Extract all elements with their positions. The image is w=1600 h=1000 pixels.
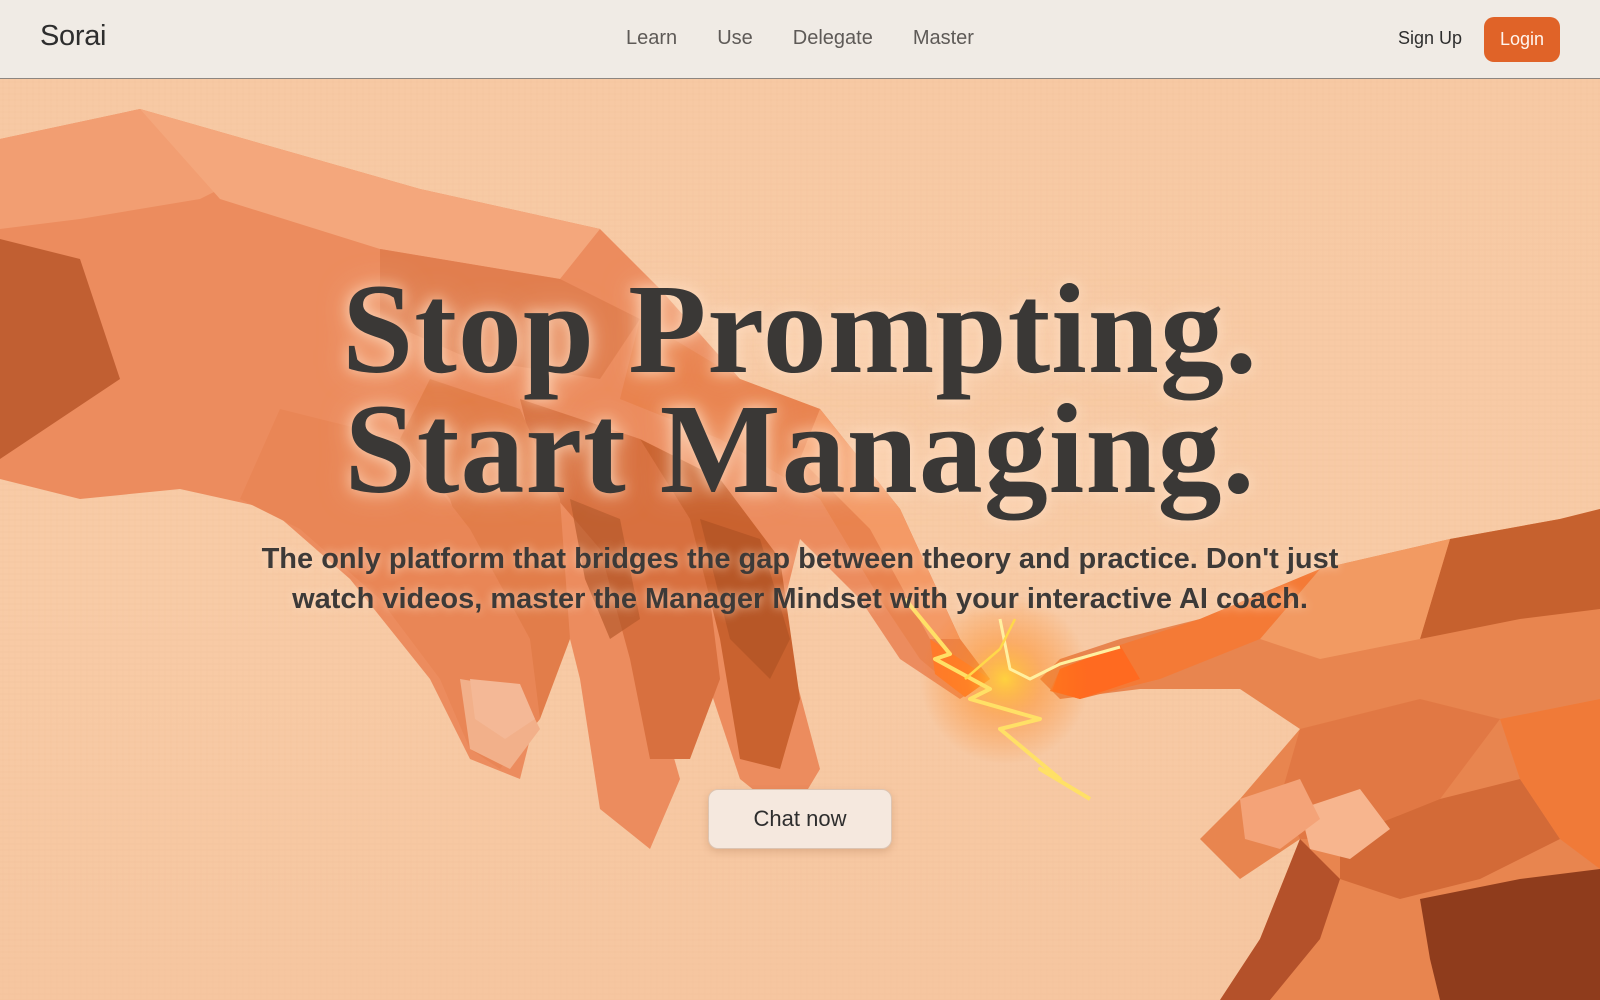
brand-logo[interactable]: Sorai bbox=[40, 20, 107, 53]
headline-line-1: Stop Prompting. bbox=[342, 258, 1258, 400]
nav-link-use[interactable]: Use bbox=[717, 27, 753, 50]
hero-headline: Stop Prompting. Start Managing. bbox=[0, 258, 1600, 520]
top-navbar: Sorai Learn Use Delegate Master Sign Up … bbox=[0, 0, 1600, 79]
hero-subtitle: The only platform that bridges the gap b… bbox=[261, 543, 1339, 615]
nav-link-learn[interactable]: Learn bbox=[626, 27, 677, 50]
chat-now-button[interactable]: Chat now bbox=[708, 789, 892, 849]
main-nav: Learn Use Delegate Master bbox=[0, 27, 1600, 50]
headline-line-2: Start Managing. bbox=[344, 378, 1256, 520]
login-button[interactable]: Login bbox=[1484, 17, 1560, 62]
nav-link-delegate[interactable]: Delegate bbox=[793, 27, 873, 50]
sign-up-link[interactable]: Sign Up bbox=[1398, 28, 1462, 49]
hero-section: Stop Prompting. Start Managing. The only… bbox=[0, 79, 1600, 1000]
nav-link-master[interactable]: Master bbox=[913, 27, 974, 50]
